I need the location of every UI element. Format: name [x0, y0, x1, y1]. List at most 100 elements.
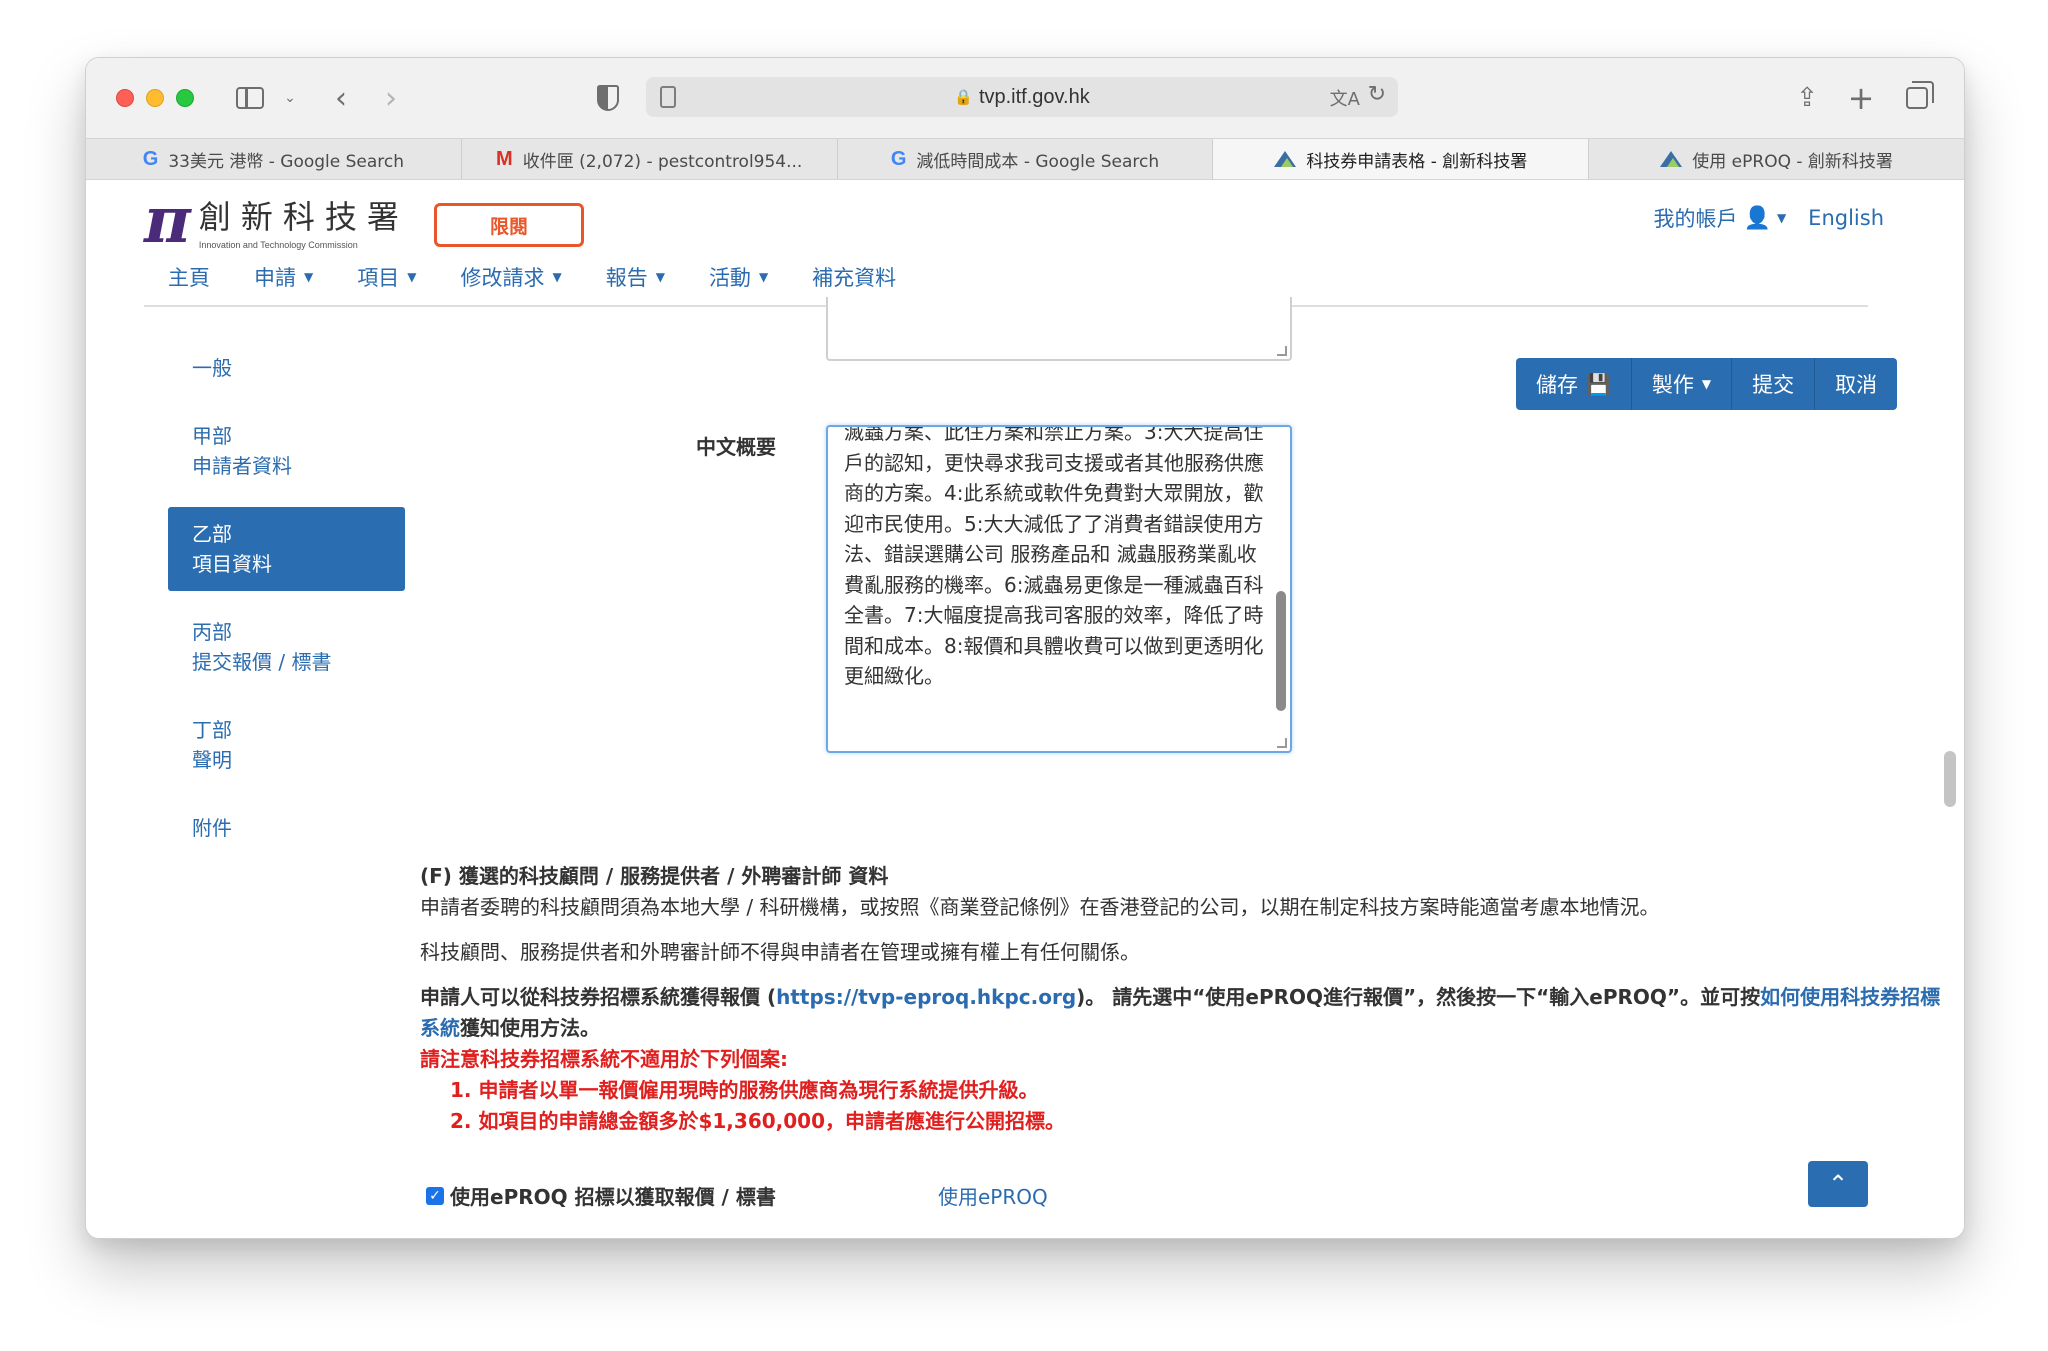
nav-home[interactable]: 主頁: [168, 262, 210, 292]
sidebar-item-sublabel: 申請者資料: [192, 454, 292, 478]
textarea-scrollbar[interactable]: [1276, 591, 1286, 711]
tab-title: 減低時間成本 - Google Search: [916, 151, 1160, 172]
chinese-summary-text: 滅蟲方案、此住方案和禁止方案。3:大大提高住戶的認知，更快尋求我司支援或者其他服…: [844, 425, 1270, 688]
nav-apply[interactable]: 申請 ▼: [254, 262, 313, 292]
nav-label: 主頁: [168, 266, 210, 290]
sidebar-item-part-a[interactable]: 甲部 申請者資料: [168, 409, 405, 493]
nav-amendment[interactable]: 修改請求 ▼: [460, 262, 561, 292]
chinese-summary-label: 中文概要: [696, 435, 776, 459]
browser-tab[interactable]: 使用 ePROQ - 創新科技署: [1589, 139, 1964, 179]
eproq-option: ✓ 使用ePROQ 招標以獲取報價 / 標書: [426, 1181, 776, 1210]
nav-label: 報告: [605, 266, 648, 290]
eproq-url-link[interactable]: https://tvp-eproq.hkpc.org: [776, 985, 1076, 1009]
page-icon[interactable]: [660, 86, 676, 108]
browser-toolbar: ⌄ ‹ › 🔒 tvp.itf.gov.hk 文A ↻ ⇪ +: [86, 58, 1964, 138]
my-account-label: 我的帳戶: [1653, 207, 1738, 231]
sidebar-item-label: 丁部: [192, 718, 232, 742]
sidebar-item-general[interactable]: 一般: [168, 341, 405, 395]
use-eproq-link[interactable]: 使用ePROQ: [938, 1181, 1048, 1210]
sidebar-item-part-d[interactable]: 丁部 聲明: [168, 703, 405, 787]
url-display[interactable]: 🔒 tvp.itf.gov.hk: [954, 86, 1089, 109]
caret-down-icon: ▼: [758, 270, 769, 284]
back-icon[interactable]: ‹: [326, 80, 356, 116]
tab-bar: G 33美元 港幣 - Google Search M 收件匣 (2,072) …: [86, 138, 1964, 180]
paragraph-text: 申請人可以從科技券招標系統獲得報價 (: [420, 985, 777, 1009]
my-account-menu[interactable]: 我的帳戶 👤 ▼: [1654, 203, 1787, 233]
share-icon[interactable]: ⇪: [1792, 80, 1822, 116]
nav-activity[interactable]: 活動 ▼: [709, 262, 768, 292]
sidebar-item-attachments[interactable]: 附件: [168, 801, 405, 855]
tab-title: 使用 ePROQ - 創新科技署: [1692, 151, 1893, 172]
section-sidebar: 一般 甲部 申請者資料 乙部 項目資料 丙部 提交報價 / 標書 丁部聲明 附件: [168, 341, 405, 855]
itc-logo[interactable]: π 創新科技署 Innovation and Technology Commis…: [144, 189, 409, 253]
page-vertical-scrollbar[interactable]: [1944, 751, 1956, 807]
form-action-group: 儲存 💾 製作 ▼ 提交 取消: [1516, 358, 1898, 410]
caret-down-icon: ▼: [407, 270, 417, 284]
chevron-up-icon: ⌃: [1827, 1170, 1849, 1198]
forward-icon[interactable]: ›: [376, 80, 406, 116]
nav-report[interactable]: 報告 ▼: [606, 262, 665, 292]
sidebar-item-part-b[interactable]: 乙部 項目資料: [168, 507, 405, 591]
gmail-icon: M: [496, 147, 513, 170]
browser-tab-active[interactable]: 科技券申請表格 - 創新科技署: [1213, 139, 1590, 179]
warning-item: 1. 申請者以單一報價僱用現時的服務供應商為現行系統提供升級。: [450, 1078, 1039, 1102]
save-button[interactable]: 儲存 💾: [1516, 358, 1632, 410]
produce-dropdown-button[interactable]: 製作 ▼: [1632, 358, 1733, 410]
nav-project[interactable]: 項目 ▼: [357, 262, 416, 292]
english-summary-textarea[interactable]: [826, 297, 1292, 361]
itc-icon: [1660, 151, 1683, 167]
translate-icon[interactable]: 文A: [1330, 85, 1360, 111]
sidebar-item-label: 一般: [192, 356, 232, 380]
close-window-button[interactable]: [116, 89, 134, 107]
reload-icon[interactable]: ↻: [1368, 82, 1386, 107]
caret-down-icon: ▼: [304, 270, 314, 284]
cancel-label: 取消: [1835, 373, 1878, 397]
browser-window: ⌄ ‹ › 🔒 tvp.itf.gov.hk 文A ↻ ⇪ + G 33美元 港…: [85, 57, 1965, 1239]
sidebar-toggle-icon[interactable]: [234, 80, 266, 116]
new-tab-icon[interactable]: +: [1846, 79, 1876, 117]
minimize-window-button[interactable]: [146, 89, 164, 107]
chevron-down-icon[interactable]: ⌄: [280, 80, 300, 116]
language-switch-link[interactable]: English: [1808, 206, 1884, 230]
browser-tab[interactable]: M 收件匣 (2,072) - pestcontrol954...: [462, 139, 838, 179]
lock-icon: 🔒: [954, 89, 973, 106]
google-icon: G: [890, 147, 907, 170]
back-to-top-button[interactable]: ⌃: [1808, 1161, 1868, 1207]
sidebar-item-label: 乙部: [192, 522, 232, 546]
nav-supplement[interactable]: 補充資料: [812, 262, 896, 292]
produce-label: 製作: [1651, 373, 1694, 397]
tab-title: 33美元 港幣 - Google Search: [168, 151, 405, 172]
paragraph-text: 獲知使用方法。: [460, 1016, 600, 1040]
caret-down-icon: ▼: [655, 270, 665, 284]
zoom-window-button[interactable]: [176, 89, 194, 107]
logo-chinese-name: 創新科技署: [198, 198, 409, 236]
privacy-shield-icon[interactable]: [594, 80, 622, 116]
nav-label: 項目: [357, 266, 400, 290]
sidebar-item-sublabel: 聲明: [192, 748, 232, 772]
eproq-checkbox-label[interactable]: 使用ePROQ 招標以獲取報價 / 標書: [450, 1181, 776, 1210]
restricted-badge: 限閱: [434, 203, 584, 247]
browser-tab[interactable]: G 減低時間成本 - Google Search: [838, 139, 1214, 179]
section-f-paragraph-2: 科技顧問、服務提供者和外聘審計師不得與申請者在管理或擁有權上有任何關係。: [420, 940, 1140, 964]
warning-title: 請注意科技券招標系統不適用於下列個案:: [420, 1047, 788, 1071]
sidebar-item-part-c[interactable]: 丙部 提交報價 / 標書: [168, 605, 405, 689]
browser-tab[interactable]: G 33美元 港幣 - Google Search: [86, 139, 462, 179]
google-icon: G: [142, 147, 159, 170]
save-label: 儲存: [1536, 373, 1578, 397]
section-f-paragraph-3: 申請人可以從科技券招標系統獲得報價 (https://tvp-eproq.hkp…: [420, 982, 1950, 1044]
url-text: tvp.itf.gov.hk: [978, 85, 1090, 108]
address-bar[interactable]: 🔒 tvp.itf.gov.hk 文A ↻: [646, 77, 1398, 117]
tab-title: 收件匣 (2,072) - pestcontrol954...: [522, 151, 803, 172]
resize-handle[interactable]: [1277, 738, 1287, 748]
section-f: (F) 獲選的科技顧問 / 服務提供者 / 外聘審計師 資料 申請者委聘的科技顧…: [420, 861, 1950, 1137]
chinese-summary-textarea[interactable]: 滅蟲方案、此住方案和禁止方案。3:大大提高住戶的認知，更快尋求我司支援或者其他服…: [826, 425, 1292, 753]
resize-handle[interactable]: [1277, 346, 1287, 356]
cancel-button[interactable]: 取消: [1815, 358, 1897, 410]
warning-list: 1. 申請者以單一報價僱用現時的服務供應商為現行系統提供升級。 2. 如項目的申…: [420, 1075, 1950, 1137]
submit-button[interactable]: 提交: [1732, 358, 1816, 410]
pi-logo-icon: π: [144, 183, 191, 258]
tab-overview-icon[interactable]: [1902, 80, 1934, 116]
sidebar-item-sublabel: 提交報價 / 標書: [192, 650, 332, 674]
eproq-checkbox[interactable]: ✓: [426, 1186, 444, 1205]
web-page: π 創新科技署 Innovation and Technology Commis…: [86, 181, 1964, 1238]
